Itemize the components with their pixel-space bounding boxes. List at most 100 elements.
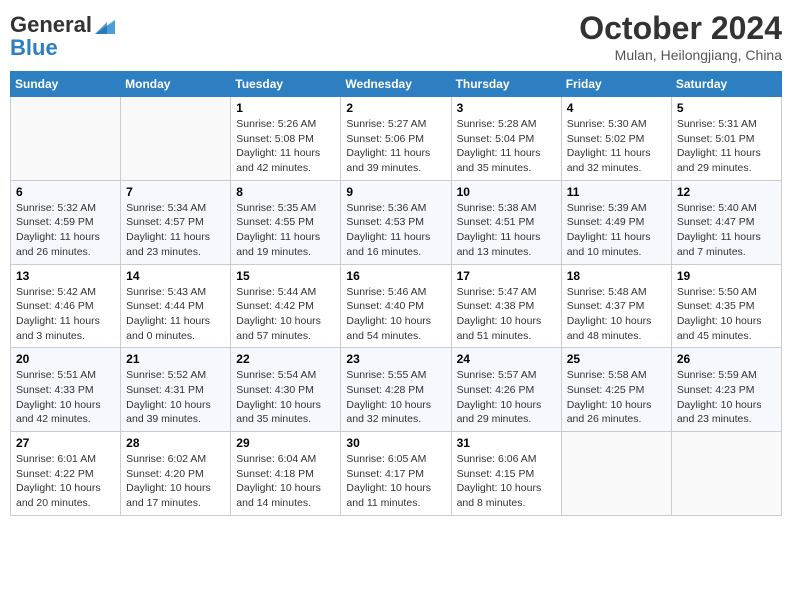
day-number: 23 bbox=[346, 352, 445, 366]
day-number: 16 bbox=[346, 269, 445, 283]
day-info: Sunrise: 5:31 AM Sunset: 5:01 PM Dayligh… bbox=[677, 117, 776, 176]
sunset-text: Sunset: 4:30 PM bbox=[236, 384, 314, 396]
day-number: 11 bbox=[567, 185, 666, 199]
day-info: Sunrise: 5:44 AM Sunset: 4:42 PM Dayligh… bbox=[236, 285, 335, 344]
sunset-text: Sunset: 4:25 PM bbox=[567, 384, 645, 396]
sunset-text: Sunset: 4:17 PM bbox=[346, 468, 424, 480]
calendar-cell: 25 Sunrise: 5:58 AM Sunset: 4:25 PM Dayl… bbox=[561, 348, 671, 432]
day-number: 27 bbox=[16, 436, 115, 450]
day-number: 14 bbox=[126, 269, 225, 283]
sunrise-text: Sunrise: 6:06 AM bbox=[457, 453, 537, 465]
day-info: Sunrise: 5:50 AM Sunset: 4:35 PM Dayligh… bbox=[677, 285, 776, 344]
sunrise-text: Sunrise: 5:36 AM bbox=[346, 202, 426, 214]
calendar-cell bbox=[561, 432, 671, 516]
calendar-week-row: 27 Sunrise: 6:01 AM Sunset: 4:22 PM Dayl… bbox=[11, 432, 782, 516]
sunrise-text: Sunrise: 5:30 AM bbox=[567, 118, 647, 130]
sunrise-text: Sunrise: 5:32 AM bbox=[16, 202, 96, 214]
calendar-cell: 31 Sunrise: 6:06 AM Sunset: 4:15 PM Dayl… bbox=[451, 432, 561, 516]
sunrise-text: Sunrise: 5:34 AM bbox=[126, 202, 206, 214]
calendar-cell: 26 Sunrise: 5:59 AM Sunset: 4:23 PM Dayl… bbox=[671, 348, 781, 432]
weekday-header-tuesday: Tuesday bbox=[231, 72, 341, 97]
daylight-text: Daylight: 10 hours and 45 minutes. bbox=[677, 315, 762, 342]
sunset-text: Sunset: 4:31 PM bbox=[126, 384, 204, 396]
calendar-cell: 7 Sunrise: 5:34 AM Sunset: 4:57 PM Dayli… bbox=[121, 180, 231, 264]
daylight-text: Daylight: 11 hours and 23 minutes. bbox=[126, 231, 210, 258]
calendar-cell: 4 Sunrise: 5:30 AM Sunset: 5:02 PM Dayli… bbox=[561, 97, 671, 181]
day-number: 13 bbox=[16, 269, 115, 283]
sunrise-text: Sunrise: 5:26 AM bbox=[236, 118, 316, 130]
calendar-cell: 11 Sunrise: 5:39 AM Sunset: 4:49 PM Dayl… bbox=[561, 180, 671, 264]
sunset-text: Sunset: 4:18 PM bbox=[236, 468, 314, 480]
sunset-text: Sunset: 4:28 PM bbox=[346, 384, 424, 396]
daylight-text: Daylight: 10 hours and 8 minutes. bbox=[457, 482, 542, 509]
sunset-text: Sunset: 5:08 PM bbox=[236, 133, 314, 145]
day-info: Sunrise: 5:48 AM Sunset: 4:37 PM Dayligh… bbox=[567, 285, 666, 344]
day-number: 28 bbox=[126, 436, 225, 450]
logo-blue: Blue bbox=[10, 35, 58, 61]
daylight-text: Daylight: 11 hours and 39 minutes. bbox=[346, 147, 430, 174]
sunset-text: Sunset: 4:57 PM bbox=[126, 216, 204, 228]
calendar-cell: 12 Sunrise: 5:40 AM Sunset: 4:47 PM Dayl… bbox=[671, 180, 781, 264]
sunrise-text: Sunrise: 5:39 AM bbox=[567, 202, 647, 214]
daylight-text: Daylight: 11 hours and 7 minutes. bbox=[677, 231, 761, 258]
daylight-text: Daylight: 10 hours and 26 minutes. bbox=[567, 399, 652, 426]
sunset-text: Sunset: 4:35 PM bbox=[677, 300, 755, 312]
weekday-header-monday: Monday bbox=[121, 72, 231, 97]
calendar-cell: 29 Sunrise: 6:04 AM Sunset: 4:18 PM Dayl… bbox=[231, 432, 341, 516]
calendar-body: 1 Sunrise: 5:26 AM Sunset: 5:08 PM Dayli… bbox=[11, 97, 782, 516]
sunset-text: Sunset: 4:42 PM bbox=[236, 300, 314, 312]
sunrise-text: Sunrise: 5:44 AM bbox=[236, 286, 316, 298]
daylight-text: Daylight: 11 hours and 19 minutes. bbox=[236, 231, 320, 258]
calendar-cell: 15 Sunrise: 5:44 AM Sunset: 4:42 PM Dayl… bbox=[231, 264, 341, 348]
calendar-cell bbox=[11, 97, 121, 181]
sunset-text: Sunset: 4:23 PM bbox=[677, 384, 755, 396]
weekday-header-friday: Friday bbox=[561, 72, 671, 97]
day-info: Sunrise: 6:02 AM Sunset: 4:20 PM Dayligh… bbox=[126, 452, 225, 511]
day-number: 30 bbox=[346, 436, 445, 450]
daylight-text: Daylight: 10 hours and 17 minutes. bbox=[126, 482, 211, 509]
sunset-text: Sunset: 4:59 PM bbox=[16, 216, 94, 228]
daylight-text: Daylight: 11 hours and 0 minutes. bbox=[126, 315, 210, 342]
calendar-week-row: 1 Sunrise: 5:26 AM Sunset: 5:08 PM Dayli… bbox=[11, 97, 782, 181]
sunrise-text: Sunrise: 5:51 AM bbox=[16, 369, 96, 381]
day-info: Sunrise: 5:57 AM Sunset: 4:26 PM Dayligh… bbox=[457, 368, 556, 427]
calendar-cell: 14 Sunrise: 5:43 AM Sunset: 4:44 PM Dayl… bbox=[121, 264, 231, 348]
day-info: Sunrise: 5:43 AM Sunset: 4:44 PM Dayligh… bbox=[126, 285, 225, 344]
sunset-text: Sunset: 4:44 PM bbox=[126, 300, 204, 312]
calendar-cell: 10 Sunrise: 5:38 AM Sunset: 4:51 PM Dayl… bbox=[451, 180, 561, 264]
calendar-cell: 1 Sunrise: 5:26 AM Sunset: 5:08 PM Dayli… bbox=[231, 97, 341, 181]
day-number: 8 bbox=[236, 185, 335, 199]
sunrise-text: Sunrise: 5:48 AM bbox=[567, 286, 647, 298]
day-number: 12 bbox=[677, 185, 776, 199]
daylight-text: Daylight: 10 hours and 39 minutes. bbox=[126, 399, 211, 426]
sunset-text: Sunset: 4:22 PM bbox=[16, 468, 94, 480]
sunrise-text: Sunrise: 5:27 AM bbox=[346, 118, 426, 130]
calendar-cell: 8 Sunrise: 5:35 AM Sunset: 4:55 PM Dayli… bbox=[231, 180, 341, 264]
calendar-week-row: 13 Sunrise: 5:42 AM Sunset: 4:46 PM Dayl… bbox=[11, 264, 782, 348]
sunset-text: Sunset: 4:20 PM bbox=[126, 468, 204, 480]
day-number: 20 bbox=[16, 352, 115, 366]
daylight-text: Daylight: 10 hours and 23 minutes. bbox=[677, 399, 762, 426]
day-info: Sunrise: 5:51 AM Sunset: 4:33 PM Dayligh… bbox=[16, 368, 115, 427]
sunset-text: Sunset: 5:04 PM bbox=[457, 133, 535, 145]
calendar-header-row: SundayMondayTuesdayWednesdayThursdayFrid… bbox=[11, 72, 782, 97]
day-info: Sunrise: 5:47 AM Sunset: 4:38 PM Dayligh… bbox=[457, 285, 556, 344]
day-info: Sunrise: 5:35 AM Sunset: 4:55 PM Dayligh… bbox=[236, 201, 335, 260]
daylight-text: Daylight: 10 hours and 20 minutes. bbox=[16, 482, 101, 509]
sunset-text: Sunset: 4:37 PM bbox=[567, 300, 645, 312]
day-number: 3 bbox=[457, 101, 556, 115]
daylight-text: Daylight: 11 hours and 26 minutes. bbox=[16, 231, 100, 258]
day-info: Sunrise: 5:30 AM Sunset: 5:02 PM Dayligh… bbox=[567, 117, 666, 176]
daylight-text: Daylight: 10 hours and 11 minutes. bbox=[346, 482, 431, 509]
sunrise-text: Sunrise: 5:42 AM bbox=[16, 286, 96, 298]
day-number: 6 bbox=[16, 185, 115, 199]
sunset-text: Sunset: 4:26 PM bbox=[457, 384, 535, 396]
day-number: 10 bbox=[457, 185, 556, 199]
calendar-table: SundayMondayTuesdayWednesdayThursdayFrid… bbox=[10, 71, 782, 516]
day-info: Sunrise: 5:39 AM Sunset: 4:49 PM Dayligh… bbox=[567, 201, 666, 260]
daylight-text: Daylight: 10 hours and 48 minutes. bbox=[567, 315, 652, 342]
calendar-cell: 13 Sunrise: 5:42 AM Sunset: 4:46 PM Dayl… bbox=[11, 264, 121, 348]
calendar-cell: 24 Sunrise: 5:57 AM Sunset: 4:26 PM Dayl… bbox=[451, 348, 561, 432]
daylight-text: Daylight: 11 hours and 10 minutes. bbox=[567, 231, 651, 258]
day-info: Sunrise: 5:28 AM Sunset: 5:04 PM Dayligh… bbox=[457, 117, 556, 176]
